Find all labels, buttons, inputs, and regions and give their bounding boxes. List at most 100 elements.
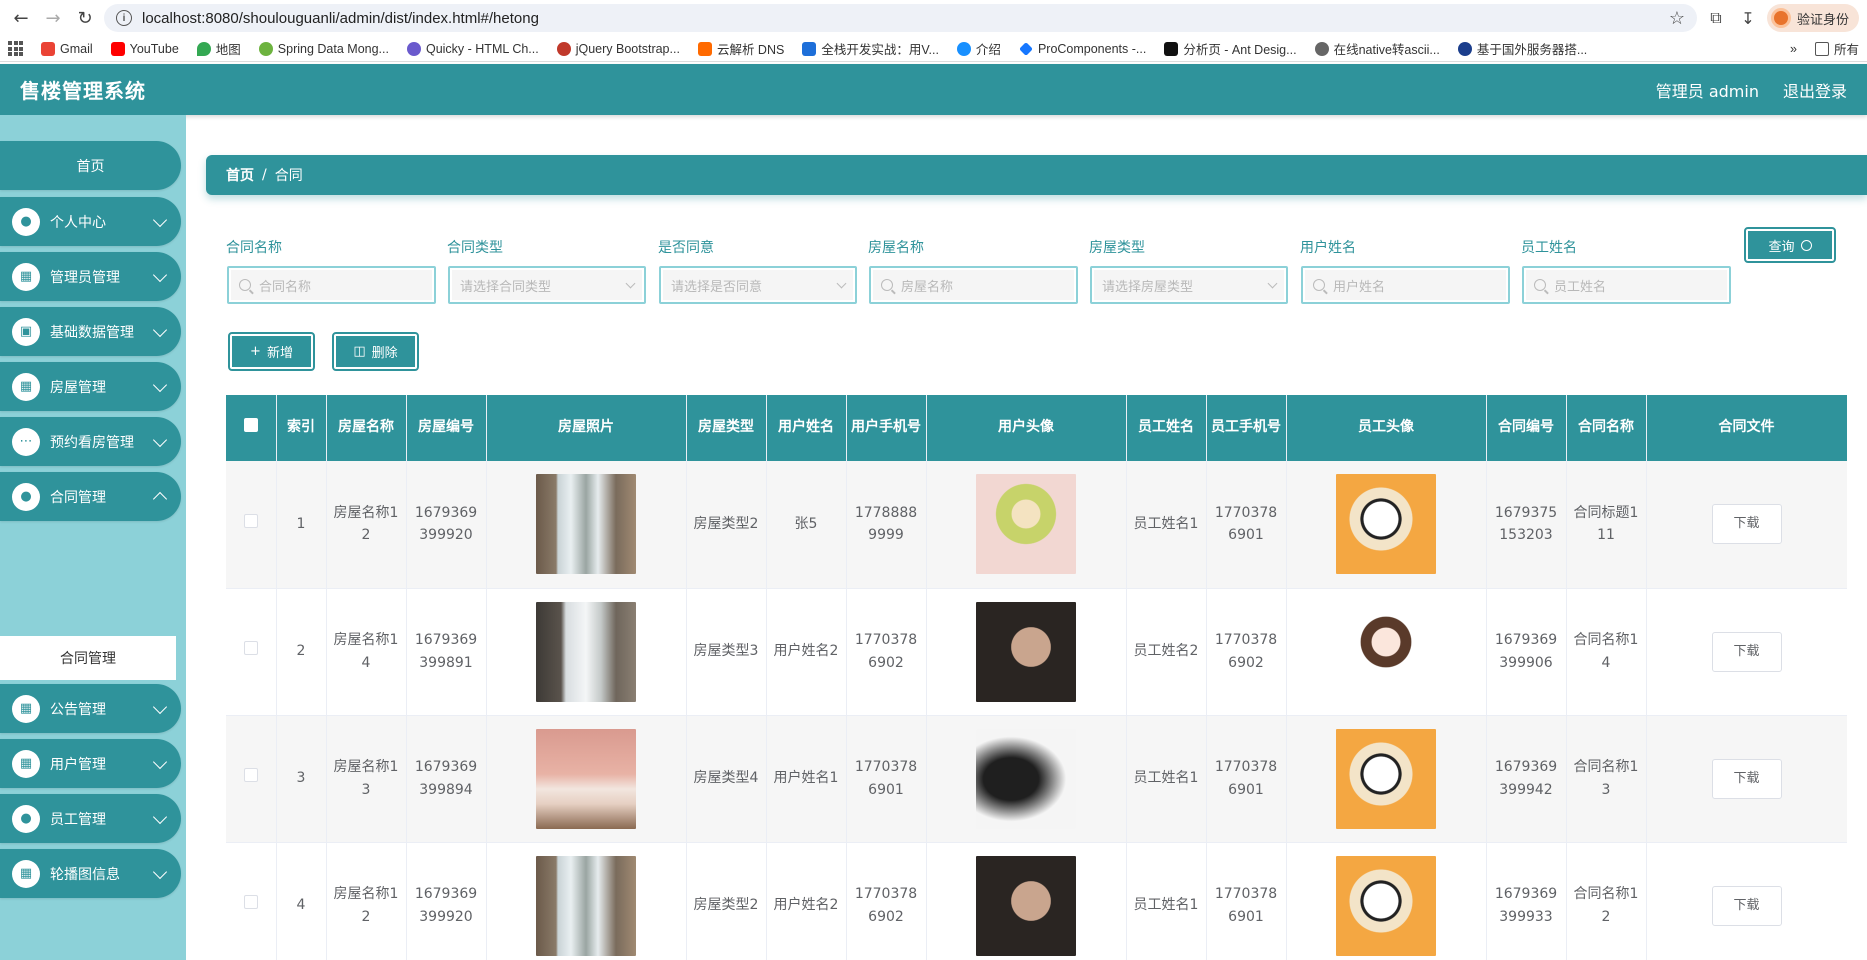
query-button[interactable]: 查询 bbox=[1744, 227, 1836, 263]
column-header: 房屋编号 bbox=[406, 395, 487, 461]
site-info-icon[interactable]: i bbox=[116, 10, 132, 26]
sidebar-item-house-management[interactable]: ▦ 房屋管理 bbox=[0, 362, 181, 411]
sidebar-item-viewing-appointment[interactable]: ⋯ 预约看房管理 bbox=[0, 417, 181, 466]
sidebar-item-contract-management[interactable]: ● 合同管理 bbox=[0, 472, 181, 521]
row-checkbox[interactable] bbox=[226, 588, 277, 716]
column-header: 合同编号 bbox=[1486, 395, 1567, 461]
bookmark-item[interactable]: Gmail bbox=[41, 41, 93, 56]
cell-staff-name: 员工姓名1 bbox=[1126, 715, 1207, 843]
delete-button-label: 删除 bbox=[371, 346, 398, 361]
sidebar-item-personal-center[interactable]: ● 个人中心 bbox=[0, 197, 181, 246]
cell-house-type: 房屋类型2 bbox=[686, 842, 767, 960]
row-checkbox[interactable] bbox=[226, 715, 277, 843]
maps-icon bbox=[196, 41, 211, 56]
sidebar-item-label: 合同管理 bbox=[50, 489, 106, 506]
cell-user-avatar bbox=[926, 588, 1127, 716]
agree-select[interactable]: 请选择是否同意 bbox=[659, 266, 857, 304]
bookmark-item[interactable]: 介绍 bbox=[956, 39, 1001, 58]
sidebar-item-user-management[interactable]: ▦ 用户管理 bbox=[0, 739, 181, 788]
contract-name-input[interactable]: 合同名称 bbox=[227, 266, 436, 304]
sidebar-item-admin-management[interactable]: ▦ 管理员管理 bbox=[0, 252, 181, 301]
house-type-select[interactable]: 请选择房屋类型 bbox=[1090, 266, 1288, 304]
sidebar-item-home[interactable]: 首页 bbox=[0, 141, 181, 190]
logout-button[interactable]: 退出登录 bbox=[1783, 78, 1847, 102]
add-button-label: 新增 bbox=[266, 346, 293, 361]
staff-avatar-image[interactable] bbox=[1336, 474, 1436, 575]
bookmark-item[interactable]: 云解析 DNS bbox=[697, 39, 784, 58]
house-photo-image[interactable] bbox=[536, 601, 636, 702]
delete-button[interactable]: ◫ 删除 bbox=[332, 332, 419, 371]
download-button[interactable]: 下载 bbox=[1711, 631, 1782, 672]
download-button[interactable]: 下载 bbox=[1711, 504, 1782, 545]
filter-label-house-name: 房屋名称 bbox=[868, 240, 924, 256]
back-icon[interactable]: ← bbox=[8, 5, 34, 31]
row-checkbox[interactable] bbox=[226, 842, 277, 960]
search-icon bbox=[1313, 279, 1325, 291]
download-button[interactable]: 下载 bbox=[1711, 758, 1782, 799]
column-header: 房屋名称 bbox=[326, 395, 407, 461]
youtube-icon bbox=[110, 41, 125, 56]
bookmark-item[interactable]: jQuery Bootstrap... bbox=[556, 41, 680, 56]
bookmark-item[interactable]: 全栈开发实战：用V... bbox=[802, 39, 939, 58]
sidebar-item-announcement[interactable]: ▦ 公告管理 bbox=[0, 684, 181, 733]
cell-index: 3 bbox=[276, 715, 327, 843]
apps-icon[interactable] bbox=[8, 41, 23, 56]
chevron-down-icon bbox=[836, 278, 847, 288]
bookmark-item[interactable]: Quicky - HTML Ch... bbox=[406, 41, 539, 56]
house-photo-image[interactable] bbox=[536, 474, 636, 575]
contract-table: 索引 房屋名称 房屋编号 房屋照片 房屋类型 用户姓名 用户手机号 用户头像 员… bbox=[226, 395, 1847, 960]
user-avatar-image[interactable] bbox=[976, 601, 1076, 702]
cell-user-phone: 17788889999 bbox=[846, 461, 927, 589]
profile-button[interactable]: 验证身份 bbox=[1766, 4, 1859, 32]
forward-icon[interactable]: → bbox=[40, 5, 66, 31]
profile-label: 验证身份 bbox=[1796, 12, 1849, 28]
house-photo-image[interactable] bbox=[536, 855, 636, 956]
reload-icon[interactable]: ↻ bbox=[72, 5, 98, 31]
all-bookmarks[interactable]: 所有 bbox=[1814, 39, 1859, 58]
filter-label-house-type: 房屋类型 bbox=[1089, 240, 1145, 256]
staff-avatar-image[interactable] bbox=[1336, 601, 1436, 702]
extensions-icon[interactable]: ⧉ bbox=[1703, 5, 1729, 31]
more-bookmarks[interactable]: » bbox=[1790, 42, 1797, 56]
user-avatar-image[interactable] bbox=[976, 474, 1076, 575]
bookmark-item[interactable]: ProComponents -... bbox=[1019, 42, 1146, 56]
cell-staff-name: 员工姓名1 bbox=[1126, 461, 1207, 589]
staff-avatar-image[interactable] bbox=[1336, 855, 1436, 956]
row-checkbox[interactable] bbox=[226, 461, 277, 589]
download-button[interactable]: 下载 bbox=[1711, 885, 1782, 926]
staff-name-input[interactable]: 员工姓名 bbox=[1522, 266, 1731, 304]
select-all-checkbox[interactable] bbox=[226, 395, 277, 461]
user-name-input[interactable]: 用户姓名 bbox=[1301, 266, 1510, 304]
bookmark-item[interactable]: YouTube bbox=[110, 41, 179, 56]
cell-user-phone: 17703786901 bbox=[846, 715, 927, 843]
search-icon bbox=[881, 279, 893, 291]
user-avatar-image[interactable] bbox=[976, 728, 1076, 829]
add-button[interactable]: + 新增 bbox=[228, 332, 315, 371]
bookmarks-bar: Gmail YouTube 地图 Spring Data Mong... Qui… bbox=[0, 36, 1867, 62]
sidebar-item-label: 预约看房管理 bbox=[50, 434, 134, 451]
bookmark-item[interactable]: 分析页 - Ant Desig... bbox=[1164, 39, 1297, 58]
bookmark-item[interactable]: 地图 bbox=[196, 39, 241, 58]
address-bar[interactable]: i localhost:8080/shoulouguanli/admin/dis… bbox=[104, 4, 1697, 32]
contract-type-select[interactable]: 请选择合同类型 bbox=[448, 266, 646, 304]
bookmark-star-icon[interactable]: ☆ bbox=[1669, 8, 1685, 29]
url-text[interactable]: localhost:8080/shoulouguanli/admin/dist/… bbox=[142, 10, 1659, 27]
cell-contract-name: 合同名称13 bbox=[1566, 715, 1647, 843]
download-icon[interactable]: ↧ bbox=[1735, 5, 1761, 31]
house-photo-image[interactable] bbox=[536, 728, 636, 829]
staff-avatar-image[interactable] bbox=[1336, 728, 1436, 829]
sidebar-item-staff-management[interactable]: ● 员工管理 bbox=[0, 794, 181, 843]
submenu-contract-management[interactable]: 合同管理 bbox=[0, 636, 176, 680]
chevron-down-icon bbox=[1267, 278, 1278, 288]
grid-icon: ▦ bbox=[12, 749, 40, 778]
cell-house-no: 1679369399920 bbox=[406, 842, 487, 960]
search-icon bbox=[239, 279, 251, 291]
bookmark-item[interactable]: Spring Data Mong... bbox=[258, 41, 389, 56]
house-name-input[interactable]: 房屋名称 bbox=[869, 266, 1078, 304]
sidebar-item-carousel[interactable]: ▦ 轮播图信息 bbox=[0, 849, 181, 898]
bookmark-item[interactable]: 基于国外服务器搭... bbox=[1457, 39, 1587, 58]
bookmark-item[interactable]: 在线native转ascii... bbox=[1314, 39, 1440, 58]
sidebar-item-basic-data[interactable]: ▣ 基础数据管理 bbox=[0, 307, 181, 356]
breadcrumb-home[interactable]: 首页 bbox=[226, 165, 254, 185]
user-avatar-image[interactable] bbox=[976, 855, 1076, 956]
